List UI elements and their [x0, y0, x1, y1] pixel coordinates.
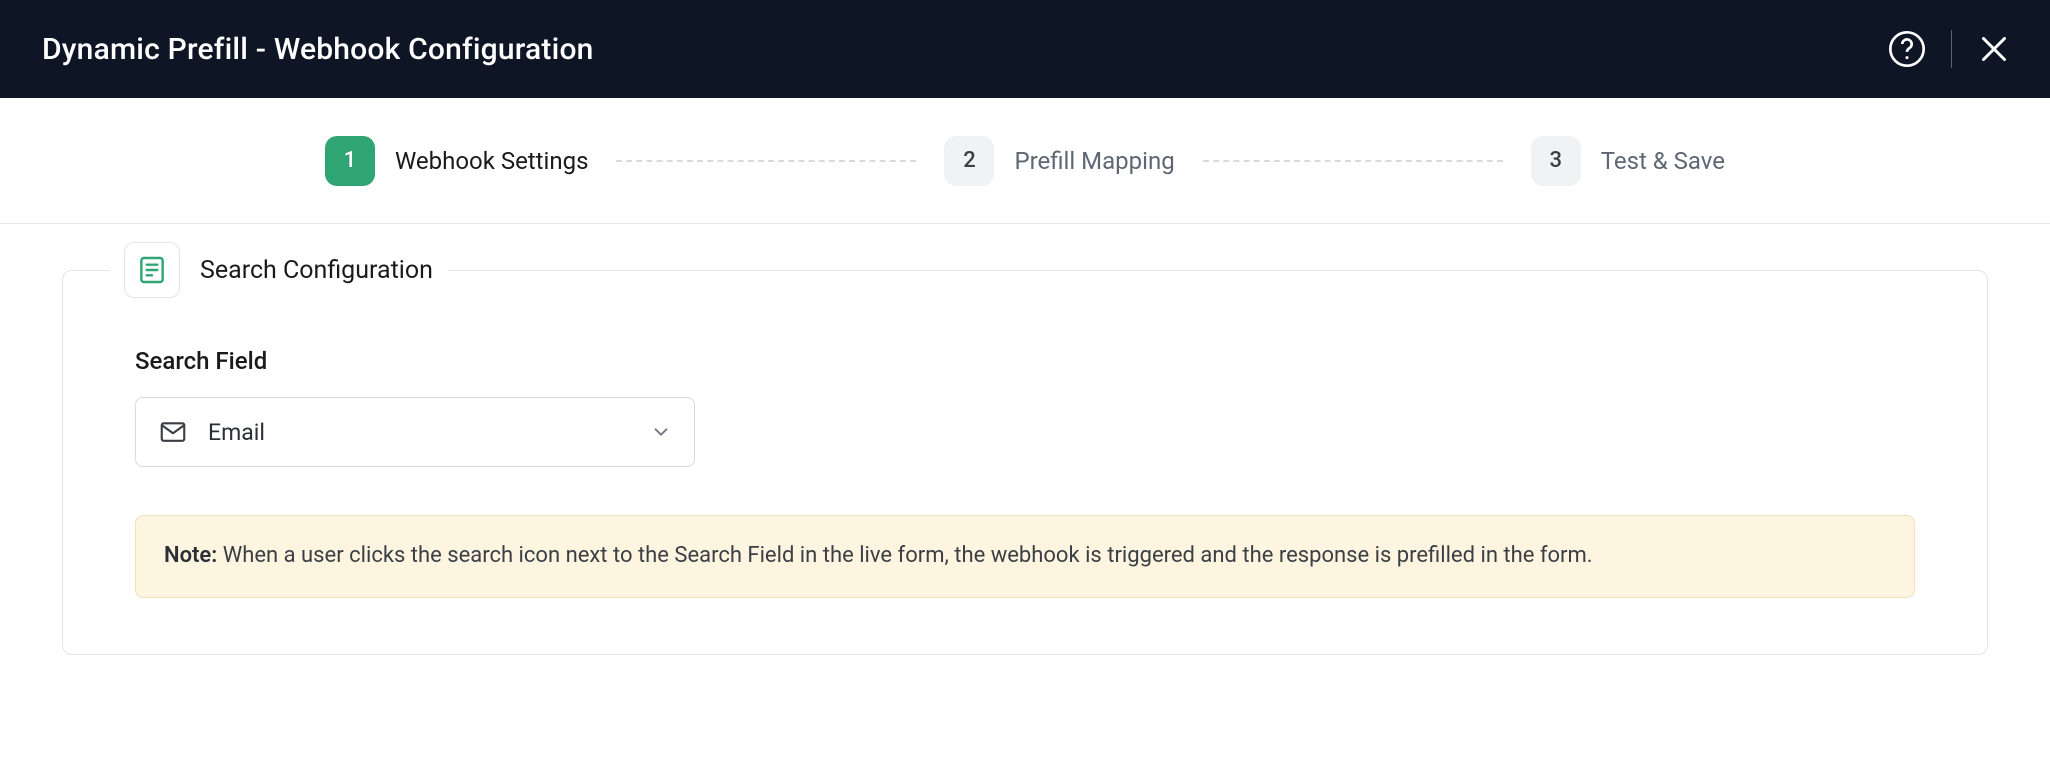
header-actions [1887, 29, 2012, 69]
chevron-down-icon [650, 421, 672, 443]
step-number: 1 [325, 136, 375, 186]
step-connector [616, 160, 916, 162]
close-button[interactable] [1976, 31, 2012, 67]
step-test-save[interactable]: 3 Test & Save [1531, 136, 1725, 186]
main-content: Search Configuration Search Field Email … [0, 224, 2050, 655]
wizard-stepper: 1 Webhook Settings 2 Prefill Mapping 3 T… [0, 98, 2050, 224]
modal-header: Dynamic Prefill - Webhook Configuration [0, 0, 2050, 98]
form-icon [136, 254, 168, 286]
search-field-select-value: Email [208, 419, 630, 446]
search-field-label: Search Field [135, 347, 1915, 375]
step-webhook-settings[interactable]: 1 Webhook Settings [325, 136, 588, 186]
note-text: When a user clicks the search icon next … [217, 543, 1592, 568]
panel-legend-iconbox [124, 242, 180, 298]
step-prefill-mapping[interactable]: 2 Prefill Mapping [944, 136, 1174, 186]
step-number: 2 [944, 136, 994, 186]
step-label: Prefill Mapping [1014, 147, 1174, 175]
step-label: Test & Save [1601, 147, 1725, 175]
search-field-select[interactable]: Email [135, 397, 695, 467]
close-icon [1976, 31, 2012, 67]
search-configuration-panel: Search Field Email Note: When a user cli… [62, 270, 1988, 655]
help-button[interactable] [1887, 29, 1927, 69]
search-configuration-panel-wrap: Search Configuration Search Field Email … [62, 270, 1988, 655]
mail-icon [158, 417, 188, 447]
step-label: Webhook Settings [395, 147, 588, 175]
step-number: 3 [1531, 136, 1581, 186]
note-prefix: Note: [164, 543, 217, 568]
panel-legend: Search Configuration [110, 242, 447, 298]
header-separator [1951, 30, 1952, 68]
note-callout: Note: When a user clicks the search icon… [135, 515, 1915, 598]
panel-legend-title: Search Configuration [200, 256, 433, 285]
modal-title: Dynamic Prefill - Webhook Configuration [42, 32, 594, 67]
step-connector [1203, 160, 1503, 162]
help-circle-icon [1887, 29, 1927, 69]
